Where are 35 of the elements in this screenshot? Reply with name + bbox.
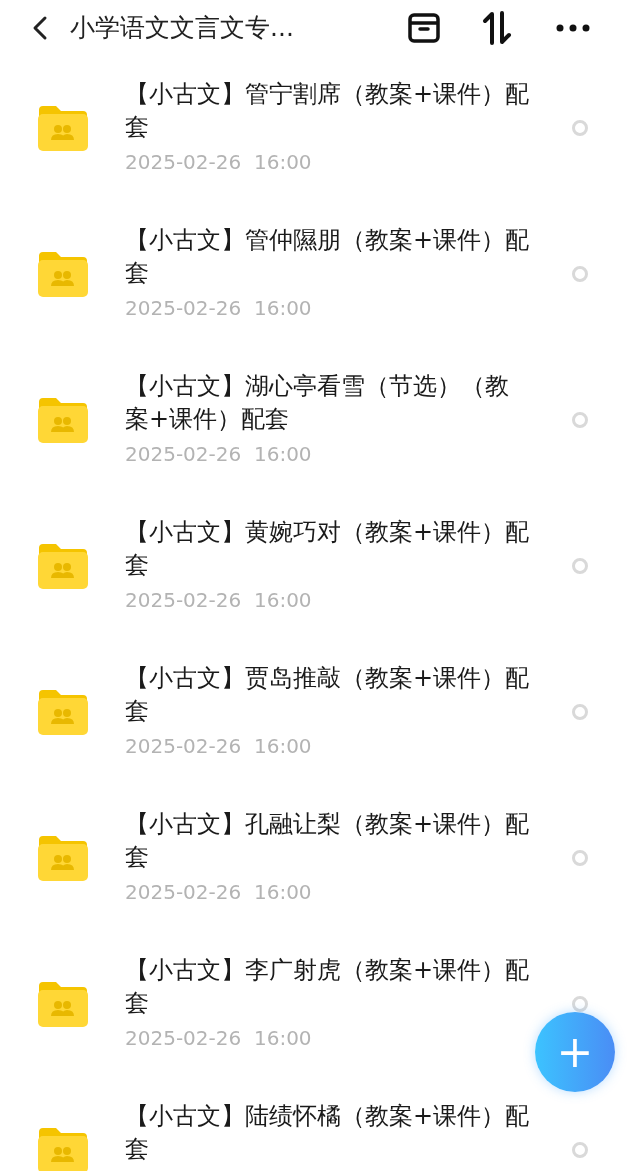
file-name[interactable]: 【小古文】黄婉巧对（教案+课件）配套 (125, 516, 530, 582)
shared-folder-icon (36, 1126, 89, 1171)
file-date: 2025-02-26 16:00 (125, 296, 313, 320)
select-radio[interactable] (572, 996, 588, 1012)
shared-folder-icon (36, 834, 89, 882)
archive-box-icon[interactable] (408, 12, 440, 43)
file-name[interactable]: 【小古文】管宁割席（教案+课件）配套 (125, 78, 530, 144)
file-name[interactable]: 【小古文】李广射虎（教案+课件）配套 (125, 954, 530, 1020)
shared-folder-icon (36, 104, 89, 152)
shared-folder-icon (36, 396, 89, 444)
shared-folder-icon (36, 980, 89, 1028)
file-date: 2025-02-26 16:00 (125, 734, 313, 758)
file-date: 2025-02-26 16:00 (125, 150, 313, 174)
more-icon[interactable] (556, 23, 590, 32)
select-radio[interactable] (572, 266, 588, 282)
select-radio[interactable] (572, 704, 588, 720)
file-name[interactable]: 【小古文】贾岛推敲（教案+课件）配套 (125, 662, 530, 728)
file-date: 2025-02-26 16:00 (125, 442, 313, 466)
select-radio[interactable] (572, 120, 588, 136)
file-date: 2025-02-26 16:00 (125, 880, 313, 904)
file-date: 2025-02-26 16:00 (125, 1026, 313, 1050)
select-radio[interactable] (572, 850, 588, 866)
page-title: 小学语文文言文专... (70, 12, 294, 44)
file-name[interactable]: 【小古文】管仲隰朋（教案+课件）配套 (125, 224, 530, 290)
file-date: 2025-02-26 16:00 (125, 588, 313, 612)
sort-icon[interactable] (482, 10, 512, 45)
select-radio[interactable] (572, 558, 588, 574)
shared-folder-icon (36, 542, 89, 590)
file-name[interactable]: 【小古文】陆绩怀橘（教案+课件）配套 (125, 1100, 530, 1166)
file-name[interactable]: 【小古文】孔融让梨（教案+课件）配套 (125, 808, 530, 874)
shared-folder-icon (36, 250, 89, 298)
select-radio[interactable] (572, 412, 588, 428)
select-radio[interactable] (572, 1142, 588, 1158)
file-name[interactable]: 【小古文】湖心亭看雪（节选）（教案+课件）配套 (125, 370, 530, 436)
shared-folder-icon (36, 688, 89, 736)
